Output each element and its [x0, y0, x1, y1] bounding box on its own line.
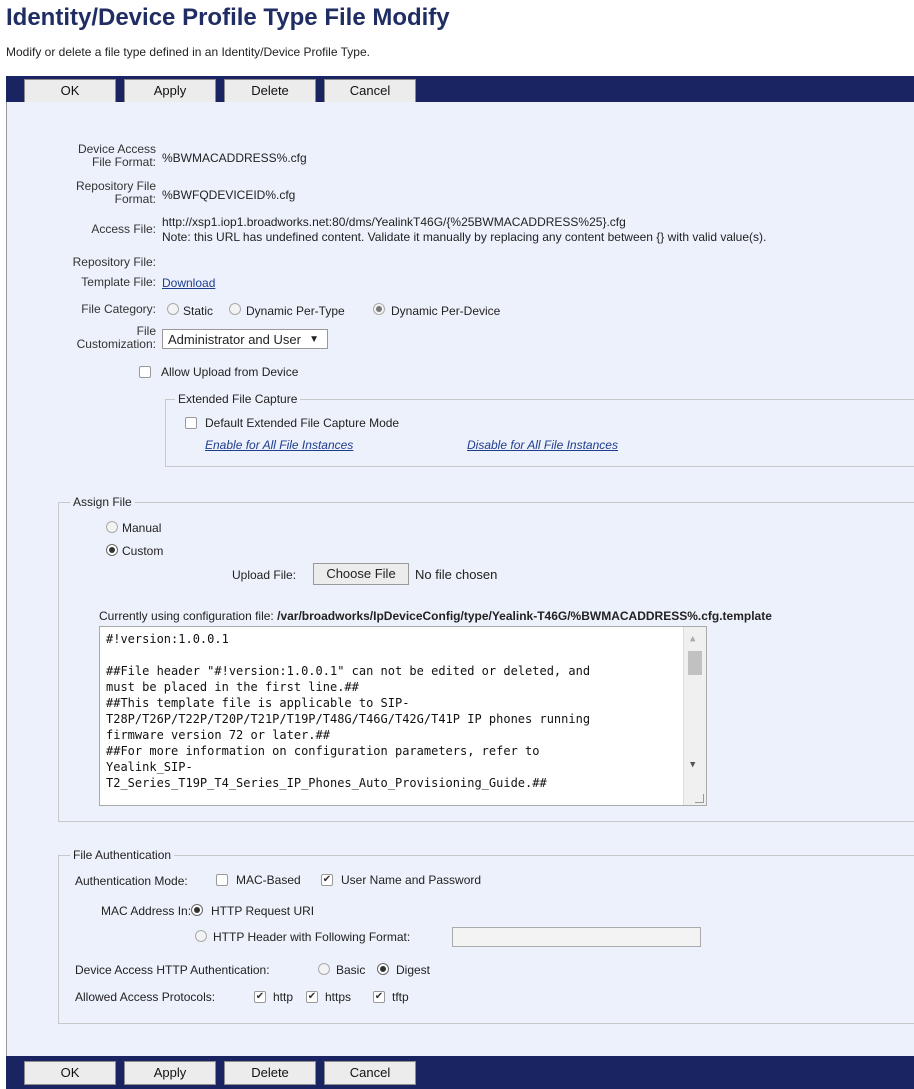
config-file-label: Currently using configuration file: /var…	[99, 609, 772, 623]
user-pass-checkbox[interactable]: ✔	[321, 874, 333, 886]
repository-file-label: Repository File:	[72, 255, 156, 269]
protocol-https-checkbox[interactable]: ✔	[306, 991, 318, 1003]
config-file-path: /var/broadworks/IpDeviceConfig/type/Yeal…	[277, 609, 772, 623]
template-textarea[interactable]: #!version:1.0.0.1 ##File header "#!versi…	[99, 626, 707, 806]
apply-button-bottom[interactable]: Apply	[124, 1061, 216, 1085]
access-file-note: Note: this URL has undefined content. Va…	[162, 230, 767, 244]
default-capture-mode-label: Default Extended File Capture Mode	[205, 416, 400, 430]
scroll-thumb[interactable]	[688, 651, 702, 675]
file-customization-value: Administrator and User	[168, 332, 301, 347]
page-subtitle: Modify or delete a file type defined in …	[6, 45, 370, 59]
delete-button-bottom[interactable]: Delete	[224, 1061, 316, 1085]
enable-all-link[interactable]: Enable for All File Instances	[205, 438, 353, 452]
default-capture-mode-checkbox[interactable]	[185, 417, 197, 429]
file-auth-legend: File Authentication	[70, 848, 175, 862]
repository-format-value: %BWFQDEVICEID%.cfg	[162, 188, 296, 202]
category-dynamic-device-radio[interactable]	[373, 303, 385, 315]
template-download-link[interactable]: Download	[162, 276, 215, 290]
file-category-label: File Category:	[81, 302, 156, 316]
delete-button[interactable]: Delete	[224, 79, 316, 103]
no-file-text: No file chosen	[415, 567, 498, 582]
page-title: Identity/Device Profile Type File Modify	[6, 4, 450, 31]
template-line: must be placed in the first line.##	[106, 680, 359, 694]
assign-manual-radio[interactable]	[106, 521, 118, 533]
template-line: firmware version 72 or later.##	[106, 728, 330, 742]
cancel-button-bottom[interactable]: Cancel	[324, 1061, 416, 1085]
mac-in-uri-label: HTTP Request URI	[211, 904, 315, 918]
assign-file-legend: Assign File	[70, 495, 135, 509]
protocol-https-label: https	[325, 990, 352, 1004]
template-line: ##File header "#!version:1.0.0.1" can no…	[106, 664, 591, 678]
template-file-label: Template File:	[81, 275, 156, 289]
protocol-tftp-label: tftp	[392, 990, 409, 1004]
device-access-label: Device Access File Format:	[77, 142, 156, 169]
category-dynamic-type-radio[interactable]	[229, 303, 241, 315]
auth-digest-label: Digest	[396, 963, 431, 977]
bottom-button-bar: OK Apply Delete Cancel	[6, 1056, 914, 1089]
apply-button[interactable]: Apply	[124, 79, 216, 103]
scroll-down-icon[interactable]: ▼	[690, 757, 695, 773]
resize-handle-icon[interactable]	[695, 794, 704, 803]
mac-based-label: MAC-Based	[236, 873, 301, 887]
template-line: ##This template file is applicable to SI…	[106, 696, 410, 710]
template-line: ##For more information on configuration …	[106, 744, 540, 758]
category-static-label: Static	[183, 304, 214, 318]
config-file-prefix: Currently using configuration file:	[99, 609, 274, 623]
category-static-radio[interactable]	[167, 303, 179, 315]
assign-custom-label: Custom	[122, 544, 164, 558]
auth-mode-label: Authentication Mode:	[75, 874, 188, 888]
protocol-http-label: http	[273, 990, 294, 1004]
auth-basic-radio[interactable]	[318, 963, 330, 975]
template-line: T2_Series_T19P_T4_Series_IP_Phones_Auto_…	[106, 776, 547, 790]
auth-digest-radio[interactable]	[377, 963, 389, 975]
device-http-auth-label: Device Access HTTP Authentication:	[75, 963, 270, 977]
cancel-button[interactable]: Cancel	[324, 79, 416, 103]
template-line: Yealink_SIP-	[106, 760, 193, 774]
chevron-down-icon: ▼	[309, 334, 319, 345]
choose-file-button[interactable]: Choose File	[313, 563, 409, 585]
upload-file-label: Upload File:	[232, 568, 297, 582]
device-access-value: %BWMACADDRESS%.cfg	[162, 151, 307, 165]
extended-capture-legend: Extended File Capture	[175, 392, 301, 406]
category-dynamic-type-label: Dynamic Per-Type	[246, 304, 345, 318]
mac-in-header-radio[interactable]	[195, 930, 207, 942]
mac-in-label: MAC Address In:	[101, 904, 192, 918]
file-customization-select[interactable]: Administrator and User ▼	[162, 329, 328, 349]
protocol-tftp-checkbox[interactable]: ✔	[373, 991, 385, 1003]
repository-format-label: Repository File Format:	[75, 179, 156, 206]
access-file-label: Access File:	[91, 222, 156, 236]
access-file-value: http://xsp1.iop1.broadworks.net:80/dms/Y…	[162, 215, 626, 229]
mac-based-checkbox[interactable]	[216, 874, 228, 886]
template-line	[106, 647, 678, 663]
assign-custom-radio[interactable]	[106, 544, 118, 556]
protocol-http-checkbox[interactable]: ✔	[254, 991, 266, 1003]
disable-all-link[interactable]: Disable for All File Instances	[467, 438, 618, 452]
allowed-protocols-label: Allowed Access Protocols:	[75, 990, 216, 1004]
mac-in-uri-radio[interactable]	[191, 904, 203, 916]
http-header-format-input[interactable]	[452, 927, 701, 947]
template-line: T28P/T26P/T22P/T20P/T21P/T19P/T48G/T46G/…	[106, 712, 591, 726]
allow-upload-label: Allow Upload from Device	[161, 365, 299, 379]
file-customization-label: File Customization:	[76, 324, 156, 351]
ok-button-bottom[interactable]: OK	[24, 1061, 116, 1085]
mac-in-header-label: HTTP Header with Following Format:	[213, 930, 411, 944]
ok-button[interactable]: OK	[24, 79, 116, 103]
scroll-up-icon[interactable]: ▲	[690, 631, 695, 647]
user-pass-label: User Name and Password	[341, 873, 482, 887]
template-line: #!version:1.0.0.1	[106, 632, 229, 646]
extended-capture-fieldset	[165, 399, 914, 467]
category-dynamic-device-label: Dynamic Per-Device	[391, 304, 501, 318]
auth-basic-label: Basic	[336, 963, 366, 977]
assign-manual-label: Manual	[122, 521, 162, 535]
textarea-scrollbar[interactable]: ▲ ▼	[683, 627, 706, 805]
allow-upload-checkbox[interactable]	[139, 366, 151, 378]
